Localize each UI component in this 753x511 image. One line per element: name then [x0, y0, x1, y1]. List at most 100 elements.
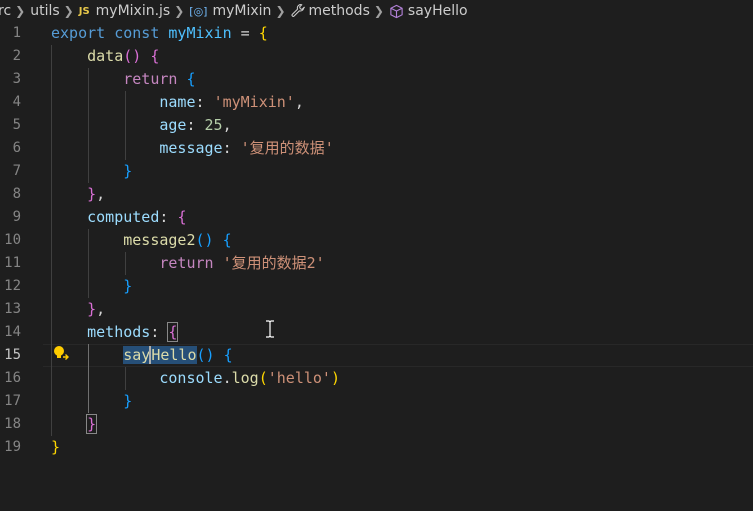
wrench-icon: [291, 4, 305, 18]
chevron-right-icon: ❯: [373, 4, 384, 18]
code-line-5: 5 age: 25,: [0, 114, 753, 137]
code-line-11: 11 return '复用的数据2': [0, 252, 753, 275]
token-bracket: }: [123, 162, 133, 180]
breadcrumb: rc ❯ utils ❯ JS myMixin.js ❯ [◎] myMixin…: [0, 0, 753, 22]
code-line-13: 13 },: [0, 298, 753, 321]
token-bracket: {: [222, 231, 232, 249]
line-number: 3: [12, 71, 21, 87]
token-bracket: }: [87, 185, 97, 203]
token-bracket: (): [195, 231, 214, 249]
lightbulb-icon[interactable]: [52, 344, 70, 362]
breadcrumb-item-mymixin[interactable]: [◎] myMixin: [189, 3, 271, 19]
token-constant: myMixin: [168, 24, 232, 42]
breadcrumb-item-sayhello[interactable]: sayHello: [389, 3, 468, 19]
token-number: 25: [204, 116, 223, 134]
token-bracket: {: [150, 47, 160, 65]
code-line-9: 9 computed: {: [0, 206, 753, 229]
line-number: 18: [4, 416, 21, 432]
token-property: methods: [87, 323, 151, 341]
token-bracket: (): [123, 47, 142, 65]
method-cube-icon: [389, 4, 404, 19]
token-bracket: }: [87, 300, 97, 318]
token-property: message: [159, 139, 223, 157]
token-string: 'myMixin': [213, 93, 295, 111]
token-bracket: }: [123, 277, 133, 295]
token-property: name: [159, 93, 196, 111]
code-line-14: 14 methods: {: [0, 321, 753, 344]
token-bracket: (: [258, 369, 268, 387]
line-number: 1: [12, 25, 21, 41]
code-line-19: 19 }: [0, 436, 753, 459]
code-line-2: 2 data() {: [0, 45, 753, 68]
js-file-icon: JS: [78, 5, 90, 17]
token-function: log: [231, 369, 259, 387]
line-number: 12: [4, 278, 21, 294]
token-property: computed: [87, 208, 160, 226]
line-number: 19: [4, 439, 21, 455]
line-number: 2: [12, 48, 21, 64]
token-bracket: {: [223, 346, 233, 364]
token-function-selected: Hello: [149, 346, 197, 364]
code-line-7: 7 }: [0, 160, 753, 183]
token-bracket: }: [123, 392, 133, 410]
code-editor[interactable]: 1 export const myMixin = { 2 data() { 3 …: [0, 22, 753, 511]
token-bracket-matched: {: [167, 322, 179, 342]
token-variable: console: [159, 369, 223, 387]
breadcrumb-item-utils[interactable]: utils: [30, 3, 59, 19]
token-function: data: [87, 47, 124, 65]
token-string: 'hello': [267, 369, 331, 387]
breadcrumb-label: myMixin: [212, 3, 272, 19]
code-line-16: 16 console.log('hello'): [0, 367, 753, 390]
code-line-6: 6 message: '复用的数据': [0, 137, 753, 160]
breadcrumb-label: utils: [30, 3, 60, 19]
mouse-ibeam-cursor-icon: [265, 320, 275, 338]
breadcrumb-label: methods: [308, 3, 370, 19]
token-function-selected: say: [123, 346, 151, 364]
token-keyword: return: [123, 70, 178, 88]
line-number: 9: [12, 209, 21, 225]
line-number: 13: [4, 301, 21, 317]
breadcrumb-item-file[interactable]: JS myMixin.js: [79, 3, 171, 19]
token-string: '复用的数据': [240, 139, 334, 157]
line-number: 4: [12, 94, 21, 110]
token-operator: =: [231, 24, 259, 42]
token-keyword: const: [114, 24, 160, 42]
line-number: 10: [4, 232, 21, 248]
line-number: 6: [12, 140, 21, 156]
line-number-active: 15: [4, 347, 21, 363]
token-bracket: {: [186, 70, 196, 88]
token-bracket: (): [196, 346, 215, 364]
chevron-right-icon: ❯: [15, 4, 26, 18]
code-line-8: 8 },: [0, 183, 753, 206]
code-line-3: 3 return {: [0, 68, 753, 91]
token-property: age: [159, 116, 187, 134]
token-bracket: {: [258, 24, 268, 42]
line-number: 17: [4, 393, 21, 409]
breadcrumb-label: sayHello: [407, 3, 468, 19]
line-number: 11: [4, 255, 21, 271]
code-line-1: 1 export const myMixin = {: [0, 22, 753, 45]
line-number: 5: [12, 117, 21, 133]
token-bracket: {: [177, 208, 187, 226]
token-function: message2: [123, 231, 196, 249]
line-number: 8: [12, 186, 21, 202]
token-bracket-matched: }: [86, 414, 98, 434]
chevron-right-icon: ❯: [63, 4, 74, 18]
code-line-4: 4 name: 'myMixin',: [0, 91, 753, 114]
line-number: 7: [12, 163, 21, 179]
chevron-right-icon: ❯: [275, 4, 286, 18]
token-bracket: ): [330, 369, 340, 387]
token-keyword: return: [159, 254, 214, 272]
line-number: 16: [4, 370, 21, 386]
code-line-18: 18 }: [0, 413, 753, 436]
token-keyword: export: [51, 24, 106, 42]
breadcrumb-item-methods[interactable]: methods: [291, 3, 370, 19]
breadcrumb-item-src[interactable]: rc: [0, 3, 11, 19]
code-line-17: 17 }: [0, 390, 753, 413]
token-bracket: }: [51, 438, 61, 456]
code-line-15: 15 sayHello() {: [0, 344, 753, 367]
chevron-right-icon: ❯: [174, 4, 185, 18]
breadcrumb-label: rc: [0, 3, 12, 19]
breadcrumb-label: myMixin.js: [95, 3, 171, 19]
variable-icon: [◎]: [189, 4, 208, 18]
